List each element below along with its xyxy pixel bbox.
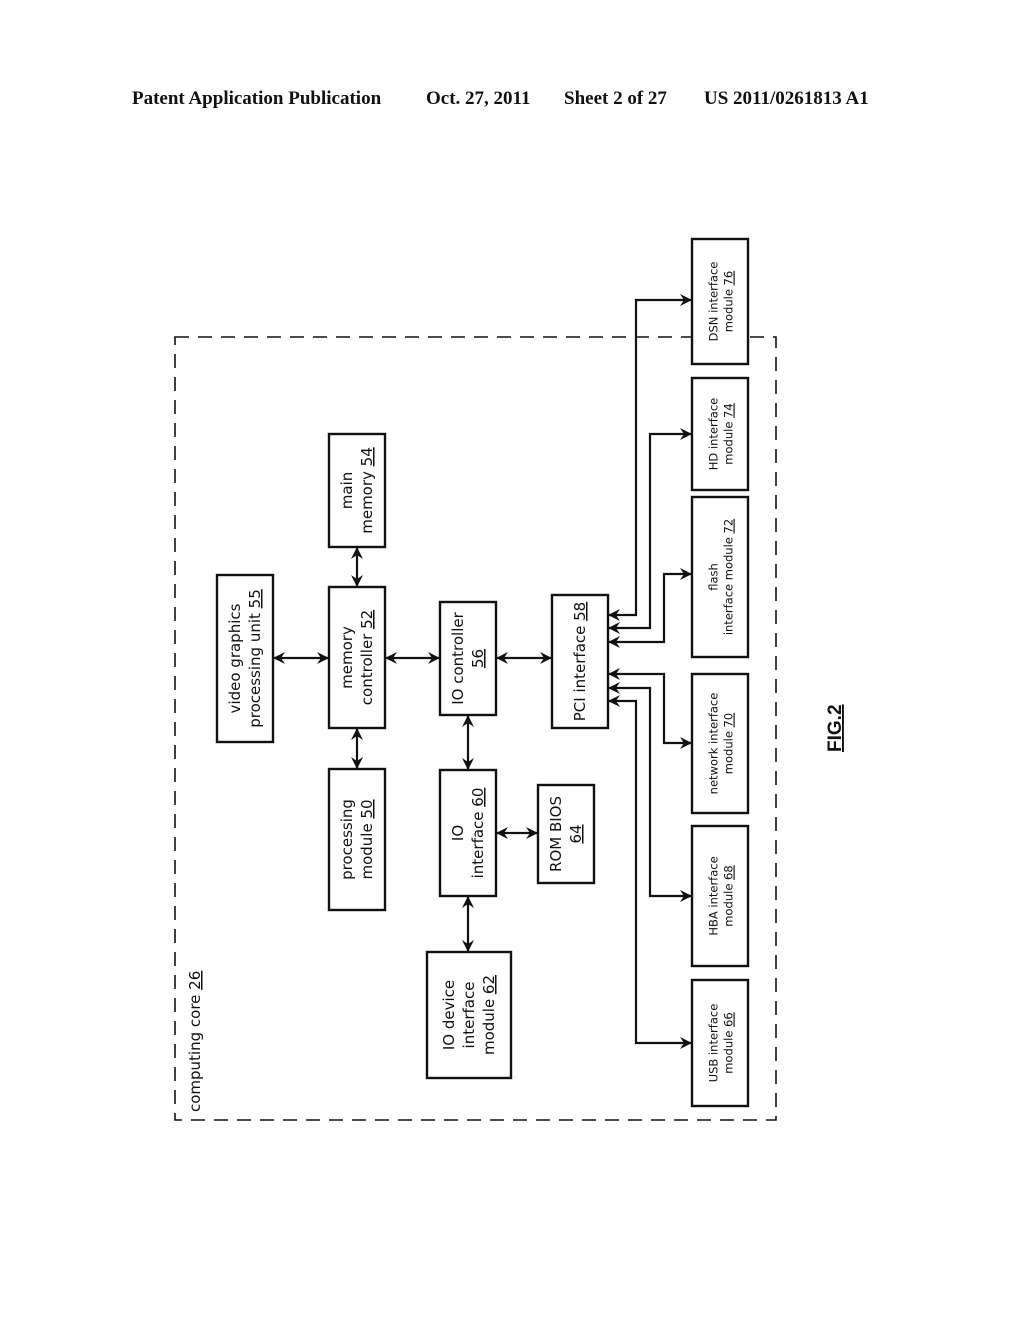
block-rombios: ROM BIOS 64 [536, 783, 596, 885]
reference-numeral: 70 [722, 713, 736, 728]
block-label-text: DSN interface [707, 262, 721, 342]
block-label-text: processing [338, 799, 356, 880]
block-label-text: video graphics [226, 603, 244, 713]
block-label-text: flash [707, 563, 721, 591]
reference-numeral: 52 [358, 610, 376, 629]
block-ioif: IO interface 60 [438, 768, 498, 898]
block-label-text: module [358, 819, 376, 880]
block-net: network interfacemodule 70 [690, 672, 750, 815]
block-label-text: USB interface [707, 1004, 721, 1083]
block-iodev: IO device interface module 62 [425, 950, 513, 1080]
figure-label: FIG.2 [825, 704, 846, 752]
blocks: video graphics processing unit 55memory co… [215, 237, 750, 1108]
reference-numeral: 26 [186, 971, 204, 990]
block-pci: PCI interface 58 [550, 593, 610, 730]
block-label-text: IO device [440, 980, 458, 1050]
block-vgpu: video graphics processing unit 55 [215, 573, 275, 744]
block-flash: flashinterface module 72 [690, 495, 750, 659]
block-label: IO device interface module 62 [440, 975, 498, 1055]
block-label-text: ROM BIOS [547, 796, 565, 872]
block-label-text: module [722, 727, 736, 774]
block-label: HD interfacemodule 74 [707, 398, 736, 470]
connector-pci-hd [608, 428, 692, 634]
container-text: computing core [186, 990, 204, 1112]
block-hd: HD interfacemodule 74 [690, 376, 750, 492]
reference-numeral: 54 [358, 447, 376, 466]
block-hba: HBA interfacemodule 68 [690, 824, 750, 968]
block-label-text: module [722, 418, 736, 465]
reference-numeral: 56 [469, 649, 487, 668]
reference-numeral: 58 [571, 602, 589, 621]
reference-numeral: 66 [722, 1012, 736, 1027]
computing-core-label: computing core 26 [186, 971, 204, 1112]
block-label-text: interface [469, 807, 487, 879]
block-proc: processing module 50 [327, 767, 387, 912]
reference-numeral: 50 [358, 799, 376, 818]
block-label-text: HD interface [707, 398, 721, 470]
reference-numeral: 68 [722, 865, 736, 880]
block-label-text: module [722, 880, 736, 927]
block-label-text: module [722, 285, 736, 332]
block-label-text: main [338, 472, 356, 509]
reference-numeral: 74 [722, 403, 736, 418]
block-memctl: memory controller 52 [327, 585, 387, 730]
block-mainmem: main memory 54 [327, 432, 387, 549]
block-label-text: processing unit [246, 608, 264, 727]
reference-numeral: 76 [722, 271, 736, 286]
reference-numeral: 62 [480, 975, 498, 994]
reference-numeral: 55 [246, 589, 264, 608]
block-label-text: controller [358, 629, 376, 705]
block-label-text: IO controller [449, 611, 467, 704]
block-label: HBA interfacemodule 68 [707, 856, 736, 935]
block-usb: USB interfacemodule 66 [690, 978, 750, 1108]
block-diagram: video graphics processing unit 55memory co… [174, 237, 846, 1121]
connector-pci-hba [608, 682, 692, 902]
block-label: PCI interface 58 [571, 602, 589, 721]
block-ioctl: IO controller 56 [438, 600, 498, 717]
reference-numeral: 72 [722, 519, 736, 534]
block-label-text: module [480, 994, 498, 1055]
block-label-text: memory [358, 466, 376, 533]
block-label-text: interface module [722, 533, 736, 635]
block-label-text: network interface [707, 693, 721, 795]
block-label-text: module [722, 1027, 736, 1074]
block-label-text: PCI interface [571, 621, 589, 721]
block-label-text: interface [460, 982, 478, 1049]
block-label-text: memory [338, 626, 356, 689]
block-label-text: IO [449, 825, 467, 841]
reference-numeral: 60 [469, 788, 487, 807]
block-dsn: DSN interfacemodule 76 [690, 237, 750, 366]
reference-numeral: 64 [567, 824, 585, 843]
block-label: DSN interfacemodule 76 [707, 262, 736, 342]
block-label: USB interfacemodule 66 [707, 1004, 736, 1083]
block-label-text: HBA interface [707, 856, 721, 935]
